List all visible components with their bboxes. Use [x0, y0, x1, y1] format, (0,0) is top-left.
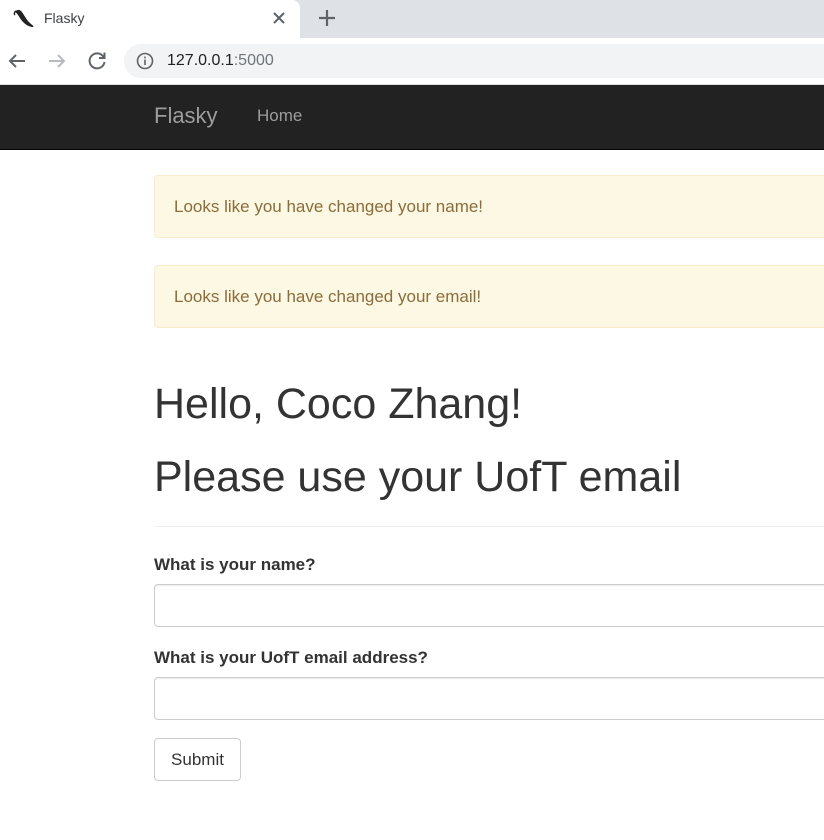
- alert-name-changed: Looks like you have changed your name!: [154, 175, 824, 238]
- name-input[interactable]: [154, 584, 824, 627]
- reload-icon[interactable]: [85, 49, 109, 73]
- navbar-brand[interactable]: Flasky: [154, 103, 218, 129]
- info-icon[interactable]: [136, 52, 154, 70]
- tab-title: Flasky: [44, 10, 85, 26]
- forward-arrow-icon[interactable]: [45, 49, 69, 73]
- back-arrow-icon[interactable]: [5, 49, 29, 73]
- close-icon[interactable]: [270, 8, 288, 28]
- email-label: What is your UofT email address?: [154, 648, 428, 667]
- email-input[interactable]: [154, 677, 824, 720]
- top-navbar: Flasky Home: [0, 85, 824, 150]
- header-divider: [154, 526, 824, 527]
- url-text: 127.0.0.1:5000: [167, 52, 274, 70]
- browser-toolbar: 127.0.0.1:5000: [0, 38, 824, 85]
- url-host: 127.0.0.1: [167, 52, 234, 69]
- flask-horn-icon: [12, 8, 36, 30]
- url-port: :5000: [233, 52, 274, 69]
- page-subheading: Please use your UofT email: [154, 453, 682, 501]
- plus-icon[interactable]: [314, 5, 340, 31]
- browser-tab[interactable]: Flasky: [0, 0, 300, 38]
- alert-message: Looks like you have changed your email!: [174, 287, 482, 306]
- alert-message: Looks like you have changed your name!: [174, 197, 484, 216]
- page-greeting: Hello, Coco Zhang!: [154, 380, 523, 428]
- browser-tabstrip: Flasky: [0, 0, 824, 38]
- nav-link-home[interactable]: Home: [257, 106, 302, 126]
- submit-button[interactable]: Submit: [154, 738, 241, 781]
- alert-email-changed: Looks like you have changed your email!: [154, 265, 824, 328]
- name-label: What is your name?: [154, 555, 316, 574]
- address-bar[interactable]: 127.0.0.1:5000: [124, 44, 824, 78]
